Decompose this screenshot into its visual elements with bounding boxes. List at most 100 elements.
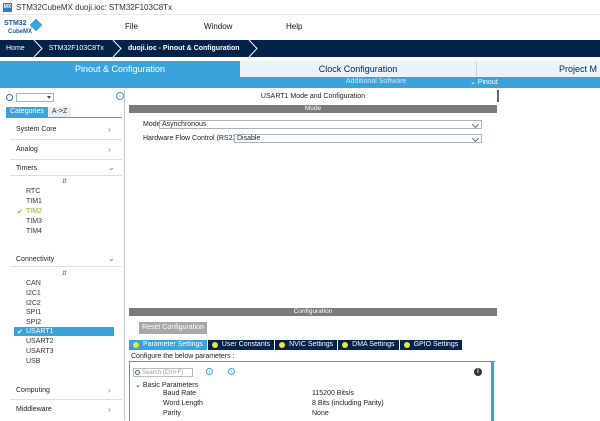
status-dot-icon bbox=[342, 342, 349, 348]
reset-configuration-button[interactable]: Reset Configuration bbox=[139, 322, 207, 334]
status-dot-icon bbox=[403, 342, 410, 348]
conn-item-usb[interactable]: USB bbox=[26, 358, 40, 365]
conn-item-usart3[interactable]: USART3 bbox=[26, 348, 54, 355]
check-icon: ✔ bbox=[17, 329, 23, 336]
conn-item-i2c2[interactable]: I2C2 bbox=[26, 300, 41, 307]
status-dot-icon bbox=[211, 342, 218, 348]
chevron-right-icon bbox=[33, 40, 43, 57]
breadcrumb-project[interactable]: duoji.ioc - Pinout & Configuration bbox=[122, 40, 258, 57]
tab-parameter-settings[interactable]: Parameter Settings bbox=[129, 340, 207, 350]
conn-item-spi1[interactable]: SPI1 bbox=[26, 309, 41, 316]
pinout-tab[interactable]: ⌄ Pinout bbox=[470, 78, 498, 86]
category-connectivity[interactable]: Connectivity bbox=[16, 256, 54, 263]
tab-a-z[interactable]: A->Z bbox=[47, 107, 72, 117]
flow-control-label: Hardware Flow Control (RS232) bbox=[143, 135, 243, 142]
stm32cubemx-logo: STM32 CubeMX bbox=[0, 15, 60, 40]
window-title-bar: MX STM32CubeMX duoji.ioc: STM32F103C8Tx bbox=[0, 0, 600, 15]
divider bbox=[10, 399, 122, 400]
tab-clock-configuration[interactable]: Clock Configuration bbox=[240, 61, 477, 77]
breadcrumb-home[interactable]: Home bbox=[0, 40, 43, 57]
parameter-group-basic[interactable]: ⌄ Basic Parameters bbox=[135, 381, 198, 389]
additional-software-tab[interactable]: Additional Software bbox=[346, 78, 406, 85]
conn-item-usart2[interactable]: USART2 bbox=[26, 338, 54, 345]
status-dot-icon bbox=[133, 342, 139, 348]
check-icon: ✔ bbox=[17, 209, 23, 216]
timer-item-rtc[interactable]: RTC bbox=[26, 188, 40, 195]
tab-nvic-settings[interactable]: NVIC Settings bbox=[275, 340, 338, 350]
categories-panel: Categories A->Z System Core › Analog › T… bbox=[0, 90, 125, 420]
parameter-search-input[interactable]: Search (Ctrl+F) bbox=[133, 368, 193, 377]
sub-tabs: Additional Software ⌄ Pinout bbox=[0, 77, 600, 88]
menu-file[interactable]: File bbox=[125, 22, 138, 31]
info-icon[interactable]: i bbox=[206, 368, 213, 375]
divider bbox=[10, 266, 122, 267]
timer-item-tim4[interactable]: TIM4 bbox=[26, 228, 42, 235]
vertical-scrollbar[interactable] bbox=[491, 361, 494, 421]
sort-icon[interactable]: ⇵ bbox=[62, 178, 67, 185]
status-dot-icon bbox=[279, 342, 286, 348]
chevron-right-icon bbox=[248, 40, 258, 57]
search-icon[interactable] bbox=[6, 94, 13, 101]
search-dropdown[interactable] bbox=[16, 93, 54, 102]
timer-item-tim1[interactable]: TIM1 bbox=[26, 198, 42, 205]
flow-control-select[interactable]: Disable bbox=[234, 134, 482, 143]
main-tabs: Pinout & Configuration Clock Configurati… bbox=[0, 61, 600, 77]
gear-icon[interactable] bbox=[116, 92, 124, 100]
chevron-down-icon: ⌄ bbox=[108, 163, 115, 172]
search-icon bbox=[135, 370, 140, 375]
tab-gpio-settings[interactable]: GPIO Settings bbox=[399, 340, 463, 350]
mode-configuration-panel: USART1 Mode and Configuration Mode Mode … bbox=[129, 90, 497, 421]
timer-item-tim2[interactable]: TIM2 bbox=[26, 208, 42, 215]
breadcrumb-device[interactable]: STM32F103C8Tx bbox=[43, 40, 122, 57]
category-middleware[interactable]: Middleware bbox=[16, 406, 52, 413]
param-name-word-length: Word Length bbox=[163, 400, 203, 407]
timer-item-tim3[interactable]: TIM3 bbox=[26, 218, 42, 225]
search-row bbox=[6, 93, 54, 102]
divider bbox=[10, 175, 122, 176]
chevron-right-icon: › bbox=[108, 405, 111, 414]
configure-instruction: Configure the below parameters : bbox=[131, 353, 235, 360]
param-value-word-length[interactable]: 8 Bits (including Parity) bbox=[312, 400, 384, 407]
divider bbox=[10, 159, 122, 160]
window-title: STM32CubeMX duoji.ioc: STM32F103C8Tx bbox=[16, 2, 173, 12]
divider bbox=[10, 139, 122, 140]
tab-pinout-configuration[interactable]: Pinout & Configuration bbox=[0, 61, 240, 77]
configuration-section-header: Configuration bbox=[129, 308, 497, 316]
category-computing[interactable]: Computing bbox=[16, 387, 50, 394]
param-value-parity[interactable]: None bbox=[312, 410, 329, 417]
chevron-right-icon: › bbox=[108, 386, 111, 395]
param-value-baud-rate[interactable]: 115200 Bits/s bbox=[312, 390, 354, 397]
param-name-parity: Parity bbox=[163, 410, 181, 417]
mode-label: Mode bbox=[143, 121, 161, 128]
configuration-tabs: Parameter Settings User Constants NVIC S… bbox=[129, 340, 463, 350]
breadcrumb: Home STM32F103C8Tx duoji.ioc - Pinout & … bbox=[0, 40, 600, 57]
chevron-right-icon: › bbox=[108, 125, 111, 134]
category-tabs: Categories A->Z bbox=[6, 107, 72, 117]
param-name-baud-rate: Baud Rate bbox=[163, 390, 197, 397]
conn-item-spi2[interactable]: SPI2 bbox=[26, 319, 41, 326]
chevron-right-icon: › bbox=[108, 145, 111, 154]
category-timers[interactable]: Timers bbox=[16, 165, 37, 172]
panel-splitter[interactable] bbox=[497, 90, 499, 102]
info-icon[interactable]: i bbox=[228, 368, 235, 375]
chevron-down-icon: ⌄ bbox=[108, 254, 115, 263]
mode-section-header: Mode bbox=[129, 105, 497, 113]
panel-header: USART1 Mode and Configuration bbox=[129, 90, 497, 104]
category-analog[interactable]: Analog bbox=[16, 146, 38, 153]
tab-underline bbox=[6, 117, 122, 118]
sort-icon[interactable]: ⇵ bbox=[62, 270, 67, 277]
tab-project-manager[interactable]: Project M bbox=[477, 61, 600, 77]
mode-select[interactable]: Asynchronous bbox=[159, 120, 482, 129]
tab-user-constants[interactable]: User Constants bbox=[207, 340, 275, 350]
menu-help[interactable]: Help bbox=[286, 22, 302, 31]
tab-dma-settings[interactable]: DMA Settings bbox=[338, 340, 399, 350]
conn-item-i2c1[interactable]: I2C1 bbox=[26, 290, 41, 297]
menu-window[interactable]: Window bbox=[204, 22, 232, 31]
app-icon: MX bbox=[3, 2, 12, 12]
conn-item-can[interactable]: CAN bbox=[26, 280, 41, 287]
tab-categories[interactable]: Categories bbox=[6, 107, 48, 117]
conn-item-usart1[interactable]: USART1 bbox=[26, 328, 54, 335]
info-icon[interactable]: i bbox=[474, 368, 482, 376]
chevron-right-icon bbox=[112, 40, 122, 57]
category-system-core[interactable]: System Core bbox=[16, 126, 56, 133]
